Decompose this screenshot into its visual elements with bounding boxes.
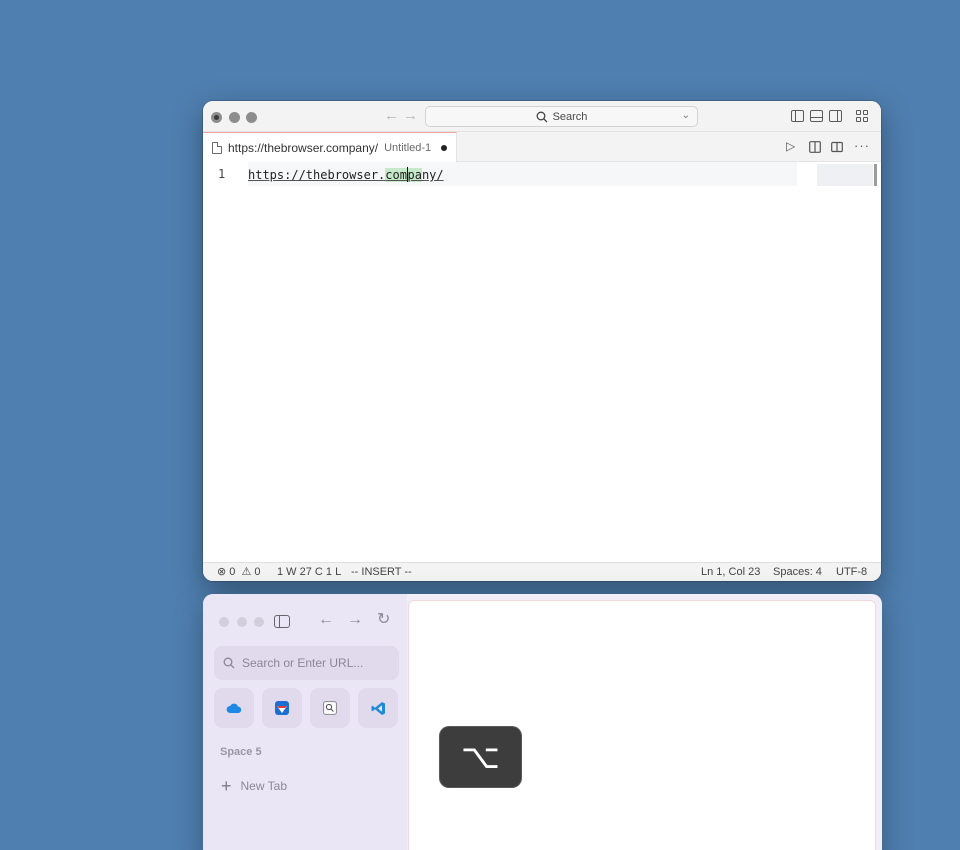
plus-icon: +	[221, 776, 232, 796]
forward-arrow-icon[interactable]: →	[347, 611, 363, 629]
toggle-secondary-sidebar-icon[interactable]	[829, 110, 842, 122]
scrollbar-thumb[interactable]	[874, 164, 877, 186]
back-arrow-icon[interactable]: ←	[384, 108, 399, 124]
url-text[interactable]: https://thebrowser.company/	[248, 167, 444, 182]
vscode-icon	[371, 701, 385, 715]
chevron-down-icon[interactable]: ⌄	[682, 110, 690, 121]
indentation[interactable]: Spaces: 4	[773, 563, 822, 581]
option-key-icon: ⌥	[460, 737, 501, 777]
option-key-overlay: ⌥	[439, 726, 522, 788]
cloud-icon	[226, 703, 242, 713]
search-icon	[223, 657, 235, 669]
zoom-window-button[interactable]	[254, 617, 264, 627]
tab-subtitle: Untitled-1	[384, 141, 432, 154]
browser-sidebar: ← → ↻ Search or Enter URL... Space 5 + N…	[203, 594, 407, 850]
error-count-item[interactable]: ⊗ 0 ⚠ 0	[217, 563, 261, 581]
split-editor-icon[interactable]	[831, 141, 843, 153]
status-bar: ⊗ 0 ⚠ 0 1 W 27 C 1 L -- INSERT -- Ln 1, …	[203, 562, 881, 581]
close-window-button[interactable]	[219, 617, 229, 627]
back-arrow-icon[interactable]: ←	[318, 611, 334, 629]
favorite-cloud-app[interactable]	[214, 688, 254, 728]
favorite-vscode-app[interactable]	[358, 688, 398, 728]
editor-window: ← → Search ⌄ https://thebrowser.company/…	[203, 101, 881, 581]
browser-window: ← → ↻ Search or Enter URL... Space 5 + N…	[203, 594, 882, 850]
reload-icon[interactable]: ↻	[377, 611, 390, 629]
minimize-window-button[interactable]	[237, 617, 247, 627]
toggle-panel-icon[interactable]	[810, 110, 823, 122]
url-search-placeholder: Search or Enter URL...	[242, 656, 364, 670]
unsaved-dot-icon[interactable]	[441, 145, 447, 151]
command-center-search[interactable]: Search ⌄	[425, 106, 698, 127]
url-search-bar[interactable]: Search or Enter URL...	[214, 646, 399, 680]
search-icon	[536, 111, 548, 122]
editor-tab-untitled-1[interactable]: https://thebrowser.company/ Untitled-1	[203, 132, 457, 162]
favorite-search-app[interactable]	[310, 688, 350, 728]
word-count[interactable]: 1 W 27 C 1 L	[277, 563, 341, 581]
more-actions-icon[interactable]: ···	[854, 139, 870, 152]
line-number: 1	[218, 167, 226, 181]
minimize-window-button[interactable]	[229, 112, 240, 123]
editor-text-area[interactable]: 1 https://thebrowser.company/	[203, 162, 881, 562]
new-tab-button[interactable]: + New Tab	[221, 777, 287, 795]
arc-logo-icon	[275, 701, 289, 715]
cursor-position[interactable]: Ln 1, Col 23	[701, 563, 760, 581]
open-preview-icon[interactable]	[809, 141, 821, 153]
tab-title: https://thebrowser.company/	[228, 140, 379, 155]
warning-icon: ⚠	[241, 566, 252, 578]
editor-tabbar: https://thebrowser.company/ Untitled-1 ▷…	[203, 132, 881, 162]
favorite-arc-app[interactable]	[262, 688, 302, 728]
run-icon[interactable]: ▷	[786, 140, 795, 153]
new-tab-label: New Tab	[240, 779, 287, 793]
close-window-button[interactable]	[211, 112, 222, 123]
encoding[interactable]: UTF-8	[836, 563, 867, 581]
customize-layout-icon[interactable]	[856, 110, 868, 122]
code-line[interactable]: https://thebrowser.company/	[248, 162, 797, 186]
space-label: Space 5	[220, 746, 262, 758]
sidebar-toggle-icon[interactable]	[274, 615, 290, 628]
editor-titlebar: ← → Search ⌄	[203, 101, 881, 132]
toggle-primary-sidebar-icon[interactable]	[791, 110, 804, 122]
forward-arrow-icon[interactable]: →	[403, 108, 418, 124]
browser-content-area[interactable]	[408, 600, 876, 850]
search-label: Search	[552, 110, 588, 123]
search-app-icon	[323, 701, 337, 715]
zoom-window-button[interactable]	[246, 112, 257, 123]
error-icon: ⊗	[217, 566, 227, 578]
minimap[interactable]	[817, 164, 873, 186]
vim-mode: -- INSERT --	[351, 566, 412, 578]
file-icon	[212, 141, 222, 154]
text-selection: compa	[385, 167, 422, 182]
